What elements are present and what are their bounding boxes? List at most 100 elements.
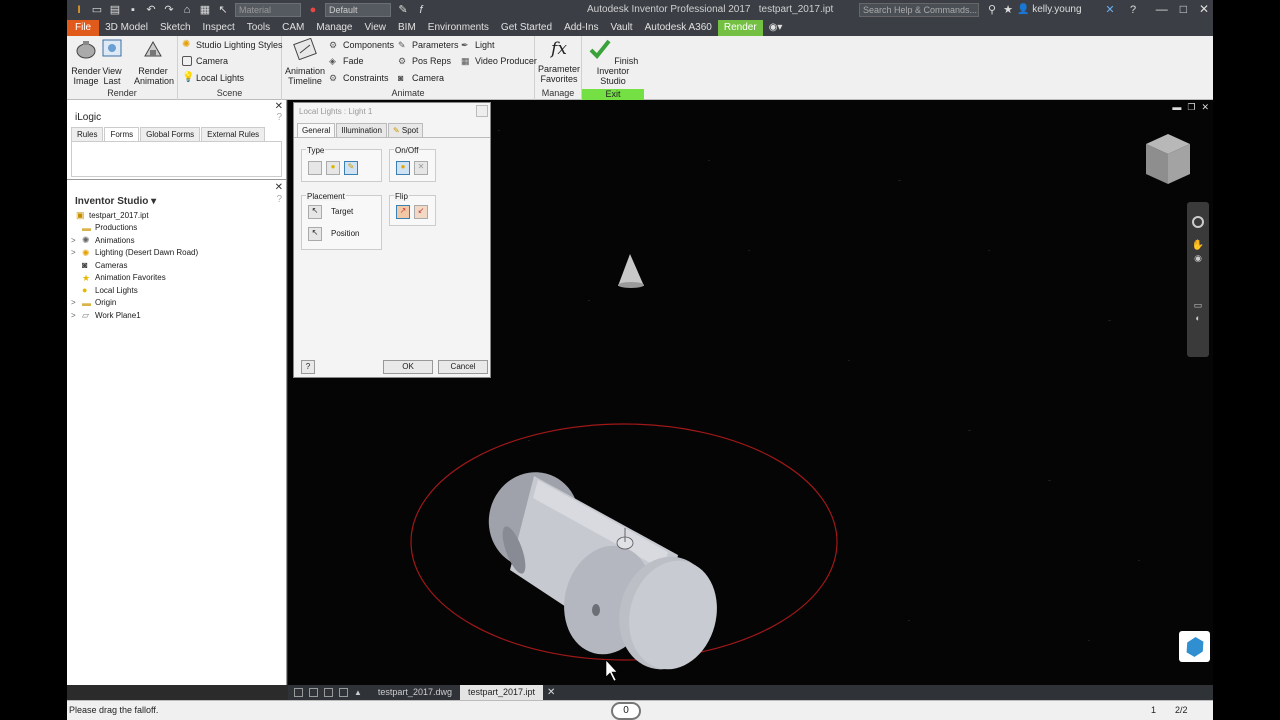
- tab-forms[interactable]: Forms: [104, 127, 140, 141]
- browser-node[interactable]: ◙ Cameras: [67, 259, 286, 272]
- light-on-button[interactable]: ●: [396, 161, 410, 175]
- minimize-icon[interactable]: —: [1156, 2, 1168, 16]
- ok-button[interactable]: OK: [383, 360, 433, 374]
- point-light-button[interactable]: ●: [326, 161, 340, 175]
- appearance-select[interactable]: Default: [325, 3, 391, 17]
- redo-icon[interactable]: ↷: [163, 4, 175, 16]
- exchange-icon[interactable]: ✕: [1104, 4, 1116, 16]
- cancel-button[interactable]: Cancel: [438, 360, 488, 374]
- tab-general[interactable]: General: [297, 123, 336, 137]
- browser-node[interactable]: ★ Animation Favorites: [67, 272, 286, 285]
- home-icon[interactable]: ⌂: [181, 4, 193, 16]
- close-doc-tab-icon[interactable]: ✕: [547, 687, 555, 698]
- new-icon[interactable]: ▭: [91, 4, 103, 16]
- viewcube[interactable]: [1142, 132, 1194, 188]
- pan-icon[interactable]: ✋: [1187, 240, 1209, 251]
- browser-help-icon[interactable]: ?: [276, 194, 282, 205]
- position-select-button[interactable]: ↖: [308, 227, 322, 241]
- tab-autodesk-a360[interactable]: Autodesk A360: [639, 20, 718, 36]
- save-icon[interactable]: ▪: [127, 4, 139, 16]
- fade-button[interactable]: ◈ Fade: [329, 56, 364, 66]
- finish-inventor-studio-button[interactable]: Finish Inventor Studio: [584, 38, 642, 86]
- tab-rules[interactable]: Rules: [71, 127, 104, 141]
- animation-timeline-button[interactable]: Animation Timeline: [283, 37, 327, 86]
- tab-environments[interactable]: Environments: [422, 20, 495, 36]
- arrange-vertical-icon[interactable]: [339, 688, 348, 697]
- tab-spot[interactable]: ✎ Spot: [387, 123, 424, 137]
- dialog-help-button[interactable]: ?: [301, 360, 315, 374]
- light-off-button[interactable]: ✕: [414, 161, 428, 175]
- share-button[interactable]: [1179, 631, 1210, 662]
- render-animation-button[interactable]: Render Animation: [134, 38, 174, 86]
- ribbon-options-icon[interactable]: ◉▾: [763, 20, 789, 36]
- steering-wheel-icon[interactable]: [1192, 216, 1204, 228]
- viewport-close-icon[interactable]: ✕: [1201, 102, 1209, 113]
- close-ilogic-icon[interactable]: ✕: [275, 101, 283, 112]
- open-icon[interactable]: ▤: [109, 4, 121, 16]
- tab-tools[interactable]: Tools: [241, 20, 276, 36]
- fx-icon[interactable]: f: [415, 4, 427, 16]
- update-icon[interactable]: ▦: [199, 4, 211, 16]
- clear-icon[interactable]: ✎: [397, 4, 409, 16]
- local-lights-button[interactable]: 💡 Local Lights: [182, 73, 244, 84]
- flip-target-button[interactable]: ↗: [396, 205, 410, 219]
- appearance-icon[interactable]: ●: [307, 4, 319, 16]
- material-select[interactable]: Material: [235, 3, 301, 17]
- parameters-button[interactable]: ✎ Parameters: [398, 40, 459, 50]
- expand-icon[interactable]: >: [71, 298, 79, 307]
- constraints-button[interactable]: ⚙ Constraints: [329, 73, 389, 83]
- components-button[interactable]: ⚙ Components: [329, 40, 394, 50]
- close-icon[interactable]: ✕: [1199, 2, 1209, 16]
- target-select-button[interactable]: ↖: [308, 205, 322, 219]
- browser-node[interactable]: ▬ Productions: [67, 222, 286, 235]
- expand-icon[interactable]: >: [71, 236, 79, 245]
- maximize-icon[interactable]: □: [1180, 2, 1187, 16]
- animate-camera-button[interactable]: ◙ Camera: [398, 73, 444, 83]
- browser-node[interactable]: ▣ testpart_2017.ipt: [67, 209, 286, 222]
- close-browser-icon[interactable]: ✕: [275, 182, 283, 193]
- tab-view[interactable]: View: [359, 20, 393, 36]
- user-name[interactable]: 👤 kelly.young: [1017, 4, 1082, 15]
- camera-button[interactable]: Camera: [182, 56, 228, 66]
- doc-tab-ipt[interactable]: testpart_2017.ipt: [459, 685, 544, 700]
- tab-file[interactable]: File: [67, 20, 100, 36]
- expand-icon[interactable]: >: [71, 311, 79, 320]
- star-icon[interactable]: ★: [1002, 4, 1014, 16]
- dialog-close-box[interactable]: [476, 105, 488, 117]
- browser-node[interactable]: > ✺ Animations: [67, 234, 286, 247]
- tab-sketch[interactable]: Sketch: [154, 20, 197, 36]
- tab-cam[interactable]: CAM: [276, 20, 310, 36]
- cylinder-part[interactable]: [478, 462, 729, 680]
- light-button[interactable]: ✒ Light: [461, 40, 495, 50]
- arrange-horizontal-icon[interactable]: [324, 688, 333, 697]
- browser-title[interactable]: Inventor Studio ▾: [67, 194, 286, 209]
- browser-node[interactable]: ● Local Lights: [67, 284, 286, 297]
- tab-get-started[interactable]: Get Started: [495, 20, 558, 36]
- select-icon[interactable]: ↖: [217, 4, 229, 16]
- flip-position-button[interactable]: ↙: [414, 205, 428, 219]
- tab-bim[interactable]: BIM: [392, 20, 422, 36]
- ilogic-help-icon[interactable]: ?: [276, 112, 282, 123]
- tab-illumination[interactable]: Illumination: [336, 123, 387, 137]
- tab-external-rules[interactable]: External Rules: [201, 127, 266, 141]
- search-input[interactable]: Search Help & Commands...: [859, 3, 979, 17]
- look-at-icon[interactable]: ◐: [1187, 313, 1209, 323]
- search-icon[interactable]: ⚲: [986, 4, 998, 16]
- studio-lighting-styles-button[interactable]: ✺ Studio Lighting Styles: [182, 40, 283, 51]
- tab-global-forms[interactable]: Global Forms: [140, 127, 201, 141]
- tab-list-icon[interactable]: ▲: [354, 688, 362, 697]
- tab-add-ins[interactable]: Add-Ins: [558, 20, 604, 36]
- tile-icon[interactable]: [309, 688, 318, 697]
- directional-light-button[interactable]: [308, 161, 322, 175]
- viewport-restore-icon[interactable]: ❐: [1187, 102, 1195, 113]
- tab-3d-model[interactable]: 3D Model: [99, 20, 154, 36]
- tab-manage[interactable]: Manage: [310, 20, 358, 36]
- tab-render[interactable]: Render: [717, 20, 763, 36]
- video-producer-button[interactable]: ▦ Video Producer: [461, 56, 537, 66]
- pos-reps-button[interactable]: ⚙ Pos Reps: [398, 56, 451, 66]
- spotlight-glyph[interactable]: [618, 254, 644, 288]
- browser-node[interactable]: > ✺ Lighting (Desert Dawn Road): [67, 247, 286, 260]
- orbit-icon[interactable]: ▭: [1187, 300, 1209, 311]
- browser-node[interactable]: > ▱ Work Plane1: [67, 309, 286, 322]
- tab-inspect[interactable]: Inspect: [197, 20, 241, 36]
